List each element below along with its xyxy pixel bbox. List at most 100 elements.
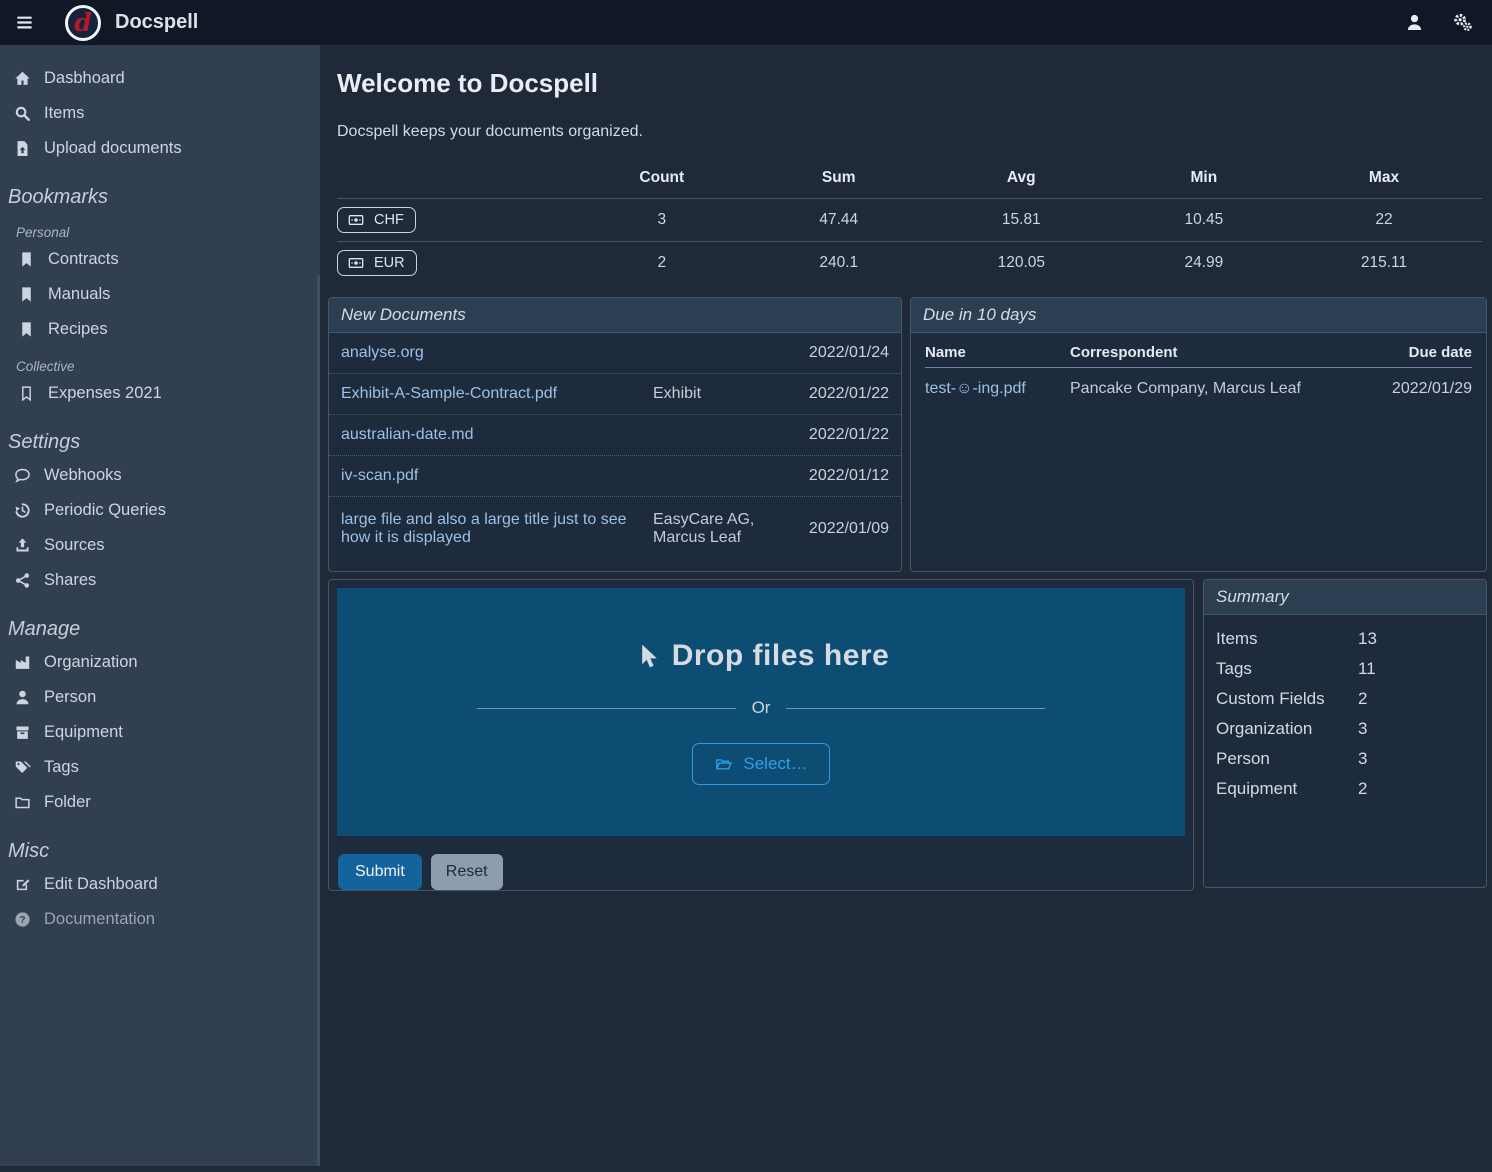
section-settings: Settings (0, 411, 320, 458)
summary-row-person: Person 3 (1216, 744, 1474, 774)
page-title: Welcome to Docspell (337, 68, 1487, 99)
document-link[interactable]: large file and also a large title just t… (341, 511, 653, 547)
file-drop-zone[interactable]: Drop files here Or Select… (337, 588, 1185, 836)
stats-table: Count Sum Avg Min Max CHF 3 47. (337, 163, 1482, 284)
app-title: Docspell (115, 11, 198, 34)
user-icon (1405, 13, 1424, 32)
svg-text:?: ? (19, 915, 25, 926)
folder-open-icon (714, 756, 733, 773)
person-icon (14, 689, 31, 706)
stat-eur-avg: 120.05 (921, 242, 1122, 285)
sidebar-item-person[interactable]: Person (0, 680, 320, 715)
due-header-correspondent: Correspondent (1070, 335, 1352, 368)
document-link[interactable]: australian-date.md (341, 426, 653, 444)
sidebar-item-documentation[interactable]: ? Documentation (0, 902, 320, 937)
gears-icon (1452, 12, 1473, 33)
summary-panel: Summary Items 13 Tags 11 Custom Fields 2 (1203, 579, 1487, 888)
summary-row-tags: Tags 11 (1216, 654, 1474, 684)
document-row: australian-date.md 2022/01/22 (329, 415, 901, 456)
bookmark-filled-icon (18, 321, 35, 338)
page-subtitle: Docspell keeps your documents organized. (337, 123, 1487, 141)
bookmark-expenses-2021[interactable]: Expenses 2021 (0, 376, 320, 411)
folder-icon (14, 794, 31, 811)
bookmarks-group-collective: Collective (0, 347, 320, 376)
sidebar-item-dashboard[interactable]: Dasbhoard (0, 61, 320, 96)
bookmark-recipes[interactable]: Recipes (0, 312, 320, 347)
share-icon (14, 572, 31, 589)
sidebar-item-upload-documents[interactable]: Upload documents (0, 131, 320, 166)
document-row: analyse.org 2022/01/24 (329, 333, 901, 374)
sidebar-item-webhooks[interactable]: Webhooks (0, 458, 320, 493)
bookmark-filled-icon (18, 286, 35, 303)
due-header-name: Name (925, 335, 1070, 368)
comment-icon (14, 467, 31, 484)
reset-button[interactable]: Reset (431, 854, 503, 890)
navbar: d Docspell (0, 0, 1492, 45)
due-document-link[interactable]: test-☺-ing.pdf (925, 368, 1070, 411)
file-upload-icon (14, 140, 31, 157)
stats-header-min: Min (1122, 163, 1286, 199)
stat-chf-count: 3 (567, 199, 757, 242)
sidebar-item-items[interactable]: Items (0, 96, 320, 131)
currency-badge-chf: CHF (337, 207, 416, 233)
due-panel-title: Due in 10 days (911, 298, 1486, 333)
section-bookmarks: Bookmarks (0, 166, 320, 213)
menu-button[interactable] (0, 0, 48, 45)
summary-title: Summary (1204, 580, 1486, 615)
history-icon (14, 502, 31, 519)
sidebar-item-sources[interactable]: Sources (0, 528, 320, 563)
account-button[interactable] (1396, 5, 1432, 41)
stat-eur-min: 24.99 (1122, 242, 1286, 285)
main-content: Welcome to Docspell Docspell keeps your … (320, 45, 1492, 1172)
money-bill-icon (347, 255, 365, 271)
document-row: iv-scan.pdf 2022/01/12 (329, 456, 901, 497)
sidebar-item-edit-dashboard[interactable]: Edit Dashboard (0, 867, 320, 902)
document-link[interactable]: iv-scan.pdf (341, 467, 653, 485)
stat-eur-max: 215.11 (1286, 242, 1482, 285)
due-row: test-☺-ing.pdf Pancake Company, Marcus L… (925, 368, 1472, 411)
box-icon (14, 724, 31, 741)
settings-button[interactable] (1444, 5, 1480, 41)
mouse-pointer-icon (633, 641, 659, 671)
due-panel: Due in 10 days Name Correspondent Due da… (910, 297, 1487, 572)
stats-header-currency (337, 163, 567, 199)
upload-panel: Drop files here Or Select… Submit Reset (328, 579, 1194, 891)
or-divider: Or (477, 698, 1045, 718)
home-icon (14, 70, 31, 87)
docspell-logo: d (65, 5, 101, 41)
summary-row-organization: Organization 3 (1216, 714, 1474, 744)
currency-badge-eur: EUR (337, 250, 417, 276)
hamburger-icon (14, 13, 35, 32)
document-link[interactable]: analyse.org (341, 344, 653, 362)
new-documents-title: New Documents (329, 298, 901, 333)
select-files-button[interactable]: Select… (692, 743, 829, 785)
stats-header-count: Count (567, 163, 757, 199)
bookmark-contracts[interactable]: Contracts (0, 242, 320, 277)
stat-chf-max: 22 (1286, 199, 1482, 242)
document-link[interactable]: Exhibit-A-Sample-Contract.pdf (341, 385, 653, 403)
sidebar-item-organization[interactable]: Organization (0, 645, 320, 680)
summary-row-items: Items 13 (1216, 624, 1474, 654)
document-row: Exhibit-A-Sample-Contract.pdf Exhibit 20… (329, 374, 901, 415)
due-table: Name Correspondent Due date test-☺-ing.p… (925, 335, 1472, 410)
stats-header-avg: Avg (921, 163, 1122, 199)
sidebar-item-equipment[interactable]: Equipment (0, 715, 320, 750)
upload-icon (14, 537, 31, 554)
sidebar-item-tags[interactable]: Tags (0, 750, 320, 785)
sidebar-item-folder[interactable]: Folder (0, 785, 320, 820)
question-circle-icon: ? (14, 911, 31, 928)
money-bill-icon (347, 212, 365, 228)
submit-button[interactable]: Submit (338, 854, 422, 890)
bookmarks-group-personal: Personal (0, 213, 320, 242)
sidebar-item-periodic-queries[interactable]: Periodic Queries (0, 493, 320, 528)
section-manage: Manage (0, 598, 320, 645)
sidebar-item-shares[interactable]: Shares (0, 563, 320, 598)
bookmark-manuals[interactable]: Manuals (0, 277, 320, 312)
panels-row-2: Drop files here Or Select… Submit Reset (328, 579, 1487, 891)
bookmark-outline-icon (18, 385, 35, 402)
tags-icon (14, 759, 31, 776)
stat-eur-sum: 240.1 (757, 242, 921, 285)
new-documents-panel: New Documents analyse.org 2022/01/24 Exh… (328, 297, 902, 572)
upload-actions: Submit Reset (329, 844, 1193, 891)
panels-row-1: New Documents analyse.org 2022/01/24 Exh… (328, 297, 1487, 572)
